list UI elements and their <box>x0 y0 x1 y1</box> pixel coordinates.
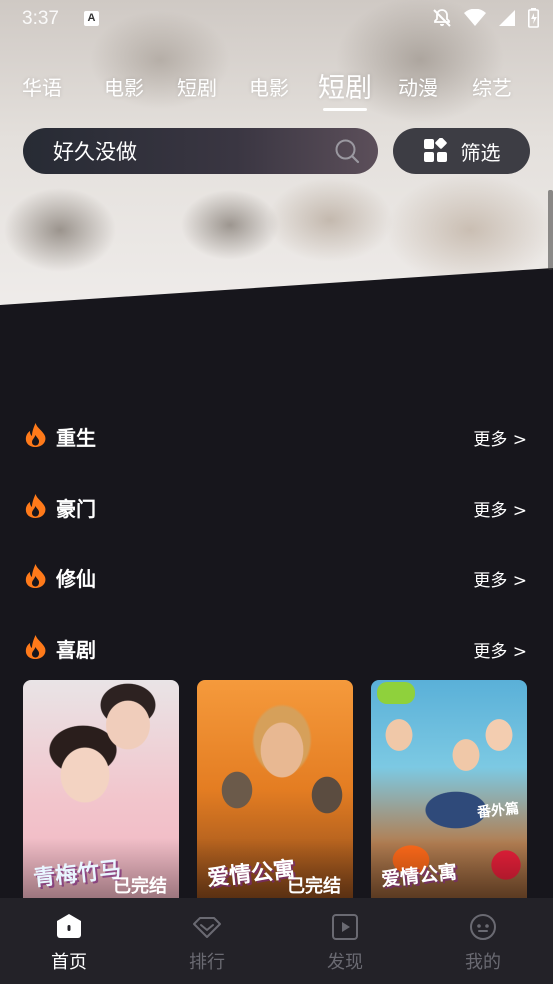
status-time: 3:37 <box>22 8 59 29</box>
video-card[interactable]: 爱情公寓 番外篇 <box>371 680 527 898</box>
section-title: 豪门 <box>56 497 96 521</box>
face-icon <box>470 914 496 940</box>
section-title: 喜剧 <box>56 638 96 662</box>
flame-icon <box>25 494 46 518</box>
signal-icon <box>499 10 515 26</box>
banner-scrollbar <box>548 190 553 270</box>
battery-icon <box>528 8 539 28</box>
category-tabs: 华语 电影 短剧 电影 短剧 动漫 综艺 <box>0 58 553 112</box>
section-cultivation: 修仙 更多 > <box>0 555 553 595</box>
video-card[interactable]: 爱情公寓 已完结 <box>197 680 353 898</box>
grid-icon <box>423 138 447 162</box>
filter-label: 筛选 <box>460 140 501 165</box>
section-rebirth: 重生 更多 > <box>0 414 553 454</box>
poster-logo <box>377 682 415 704</box>
search-input[interactable]: 好久没做 <box>53 136 334 166</box>
bottom-navigation: 首页 排行 发现 我的 <box>0 898 553 984</box>
status-a-indicator: A <box>84 11 99 26</box>
more-link[interactable]: 更多 > <box>473 566 527 591</box>
more-link[interactable]: 更多 > <box>473 496 527 521</box>
nav-label: 首页 <box>51 952 87 973</box>
tab-chinese[interactable]: 华语 <box>22 72 62 101</box>
status-bar: 3:37 A <box>0 0 553 40</box>
nav-profile[interactable]: 我的 <box>414 898 552 984</box>
section-title: 重生 <box>56 426 96 450</box>
tab-movie-2[interactable]: 电影 <box>249 72 289 101</box>
flame-icon <box>25 635 46 659</box>
nav-label: 我的 <box>465 952 501 973</box>
wifi-icon <box>464 9 486 26</box>
nav-label: 发现 <box>327 952 363 973</box>
card-status-tag: 已完结 <box>113 876 167 897</box>
section-title: 修仙 <box>56 567 96 591</box>
more-link[interactable]: 更多 > <box>473 425 527 450</box>
tab-variety[interactable]: 综艺 <box>472 72 512 101</box>
notification-off-icon <box>433 9 451 27</box>
card-status-tag: 番外篇 <box>476 800 520 822</box>
tab-movie[interactable]: 电影 <box>104 72 144 101</box>
filter-button[interactable]: 筛选 <box>393 128 530 174</box>
tab-short-drama-active[interactable]: 短剧 <box>318 66 372 105</box>
active-tab-indicator <box>323 108 367 111</box>
tab-short-drama[interactable]: 短剧 <box>177 72 217 101</box>
flame-icon <box>25 423 46 447</box>
nav-discover[interactable]: 发现 <box>276 898 414 984</box>
tab-anime[interactable]: 动漫 <box>398 72 438 101</box>
flame-icon <box>25 564 46 588</box>
home-icon <box>57 914 81 938</box>
nav-ranking[interactable]: 排行 <box>138 898 276 984</box>
search-icon[interactable] <box>334 138 360 164</box>
search-bar[interactable]: 好久没做 <box>23 128 378 174</box>
play-square-icon <box>332 914 358 940</box>
nav-label: 排行 <box>189 952 225 973</box>
comedy-card-row: 青梅竹马 已完结 爱情公寓 已完结 爱情公寓 番外篇 <box>23 680 530 898</box>
video-card[interactable]: 青梅竹马 已完结 <box>23 680 179 898</box>
nav-home[interactable]: 首页 <box>0 898 138 984</box>
status-icons <box>432 8 539 28</box>
more-link[interactable]: 更多 > <box>473 637 527 662</box>
card-status-tag: 已完结 <box>287 876 341 897</box>
section-comedy: 喜剧 更多 > <box>0 626 553 666</box>
diamond-icon <box>193 917 221 938</box>
section-wealthy: 豪门 更多 > <box>0 485 553 525</box>
